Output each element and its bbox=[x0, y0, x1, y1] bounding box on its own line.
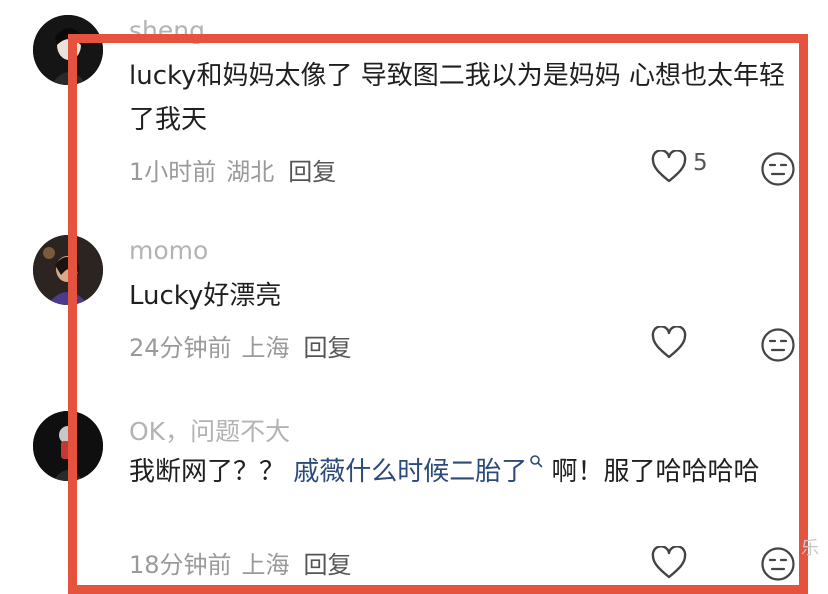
comment-text-after: 啊！服了哈哈哈哈 bbox=[543, 457, 760, 487]
comment-meta: 1小时前 湖北 回复 bbox=[129, 152, 336, 187]
like-count: 5 bbox=[693, 150, 708, 176]
search-icon bbox=[530, 455, 543, 468]
avatar[interactable] bbox=[33, 15, 103, 85]
mention-text: 戚薇什么时候二胎了 bbox=[293, 457, 528, 487]
neutral-face-icon[interactable] bbox=[760, 546, 796, 582]
comment-text-before: 我断网了？？ bbox=[129, 457, 294, 487]
location: 上海 bbox=[241, 551, 290, 579]
mention-link[interactable]: 戚薇什么时候二胎了 bbox=[293, 455, 543, 487]
timestamp: 24分钟前 bbox=[129, 334, 232, 362]
username[interactable]: momo bbox=[129, 236, 208, 265]
heart-outline-icon[interactable] bbox=[651, 149, 687, 184]
location: 湖北 bbox=[226, 158, 275, 186]
neutral-face-icon[interactable] bbox=[760, 327, 796, 363]
comment-text: 我断网了？？ 戚薇什么时候二胎了 啊！服了哈哈哈哈 bbox=[129, 450, 799, 494]
username[interactable]: sheng bbox=[129, 16, 205, 45]
timestamp: 18分钟前 bbox=[129, 551, 232, 579]
comment-text: lucky和妈妈太像了 导致图二我以为是妈妈 心想也太年轻了我天 bbox=[129, 61, 786, 135]
heart-outline-icon[interactable] bbox=[651, 545, 687, 580]
neutral-face-icon[interactable] bbox=[760, 151, 796, 187]
comment-text: Lucky好漂亮 bbox=[129, 281, 282, 311]
avatar[interactable] bbox=[33, 411, 103, 481]
timestamp: 1小时前 bbox=[129, 158, 217, 186]
watermark: 乐 bbox=[801, 538, 819, 559]
location: 上海 bbox=[241, 334, 290, 362]
comment-meta: 24分钟前 上海 回复 bbox=[129, 328, 352, 363]
reply-button[interactable]: 回复 bbox=[288, 158, 336, 186]
reply-button[interactable]: 回复 bbox=[304, 334, 352, 362]
reply-button[interactable]: 回复 bbox=[304, 551, 352, 579]
avatar[interactable] bbox=[33, 235, 103, 305]
comment-meta: 18分钟前 上海 回复 bbox=[129, 545, 352, 580]
username[interactable]: OK，问题不大 bbox=[129, 412, 290, 448]
heart-outline-icon[interactable] bbox=[651, 325, 687, 360]
